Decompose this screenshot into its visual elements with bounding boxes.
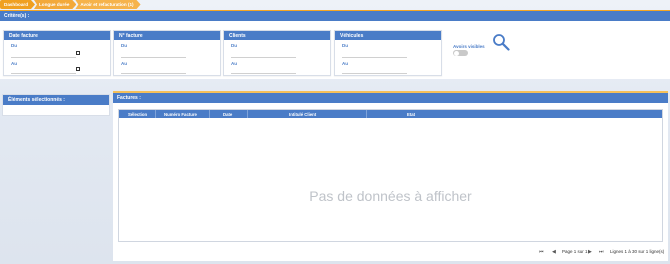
client-from-input[interactable]	[231, 57, 296, 58]
filter-date-facture: Date facture Du Au	[3, 30, 111, 76]
filter-title: N° facture	[114, 31, 220, 40]
empty-table-message: Pas de données à afficher	[309, 188, 472, 204]
filter-from-label: Du	[342, 43, 348, 48]
criteria-header: Critère(s) :	[0, 10, 670, 21]
column-header-selection[interactable]: Sélection	[128, 110, 147, 118]
filter-from-label: Du	[11, 43, 17, 48]
avoirs-visibles-toggle[interactable]	[453, 50, 468, 56]
column-separator	[247, 110, 248, 118]
filter-from-label: Du	[231, 43, 237, 48]
first-page-icon[interactable]: ⏮	[539, 249, 544, 255]
filter-to-label: Au	[342, 61, 348, 66]
toggle-knob	[453, 50, 459, 56]
avoirs-visibles-label: Avoirs visibles	[453, 44, 485, 49]
column-separator	[366, 110, 367, 118]
filter-title: Date facture	[4, 31, 110, 40]
filter-to-label: Au	[11, 61, 17, 66]
invoices-title: Factures :	[113, 93, 668, 103]
filter-vehicules: Véhicules Du Au	[334, 30, 442, 76]
column-header-date[interactable]: Date	[223, 110, 232, 118]
invoice-from-input[interactable]	[121, 57, 186, 58]
filter-title: Véhicules	[335, 31, 441, 40]
invoices-panel: Factures : Sélection Numéro Facture Date…	[113, 91, 668, 261]
prev-page-icon[interactable]: ◀	[552, 249, 556, 255]
filter-to-label: Au	[121, 61, 127, 66]
table-header: Sélection Numéro Facture Date Intitulé C…	[119, 110, 662, 118]
client-to-input[interactable]	[231, 73, 296, 74]
column-header-intitule-client[interactable]: Intitulé Client	[289, 110, 316, 118]
column-header-etat[interactable]: Etat	[407, 110, 415, 118]
next-page-icon[interactable]: ▶	[588, 249, 592, 255]
vehicle-to-input[interactable]	[342, 73, 407, 74]
filter-title: Clients	[224, 31, 330, 40]
invoices-table: Sélection Numéro Facture Date Intitulé C…	[118, 109, 663, 242]
invoice-to-input[interactable]	[121, 73, 186, 74]
breadcrumb: Dashboard Longue durée Avoir et refactur…	[0, 0, 140, 9]
date-from-input[interactable]	[11, 57, 76, 58]
filter-to-label: Au	[231, 61, 237, 66]
vehicle-from-input[interactable]	[342, 57, 407, 58]
criteria-title: Critère(s) :	[4, 13, 30, 19]
filter-from-label: Du	[121, 43, 127, 48]
filter-clients: Clients Du Au	[223, 30, 331, 76]
breadcrumb-item-longue-duree[interactable]: Longue durée	[34, 0, 76, 9]
pagination: ⏮ ◀ Page 1 sur 1 ▶ ⏭ Lignes 1 à 30 sur 1…	[113, 249, 668, 257]
column-separator	[155, 110, 156, 118]
lines-indicator: Lignes 1 à 30 sur 1 ligne(s)	[610, 249, 665, 254]
search-icon[interactable]	[492, 33, 510, 51]
criteria-accent-line	[0, 10, 670, 11]
selected-elements-title: Éléments sélectionnés :	[3, 95, 109, 105]
calendar-icon[interactable]	[76, 51, 80, 55]
last-page-icon[interactable]: ⏭	[599, 249, 604, 255]
selected-elements-panel: Éléments sélectionnés :	[2, 94, 110, 116]
date-to-input[interactable]	[11, 73, 76, 74]
breadcrumb-item-dashboard[interactable]: Dashboard	[0, 0, 35, 9]
column-separator	[209, 110, 210, 118]
calendar-icon[interactable]	[76, 67, 80, 71]
column-header-numero-facture[interactable]: Numéro Facture	[164, 110, 197, 118]
breadcrumb-item-avoir-refacturation[interactable]: Avoir et refacturation (1)	[75, 0, 140, 9]
filter-numero-facture: N° facture Du Au	[113, 30, 221, 76]
page-indicator: Page 1 sur 1	[562, 249, 588, 254]
